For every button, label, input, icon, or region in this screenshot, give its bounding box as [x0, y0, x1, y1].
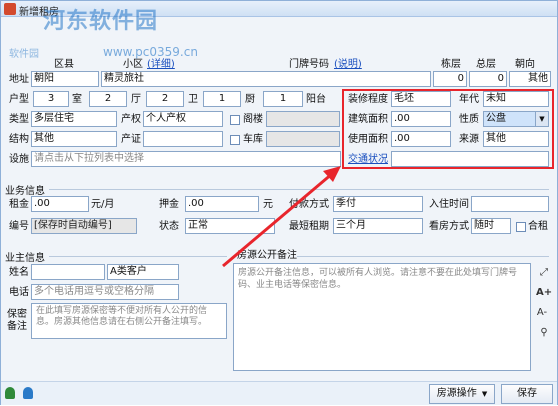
owner-type-field[interactable]: A类客户 [107, 264, 179, 280]
owner-phone-field[interactable]: 多个电话用逗号或空格分隔 [31, 284, 179, 300]
public-note-field[interactable]: 房源公开备注信息，可以被所有人浏览。请注意不要在此处填写门牌号码、业主电话等保密… [233, 263, 531, 371]
checkin-field[interactable] [471, 196, 549, 212]
attic-field[interactable] [266, 111, 340, 127]
secret-note-field[interactable]: 在此填写房源保密等不便对所有人公开的信息。房源其他信息请在右侧公开备注填写。 [31, 303, 227, 339]
type-label: 类型 [9, 114, 29, 125]
owner-divider [49, 256, 227, 257]
xiaoqu-field[interactable]: 精灵旅社 [101, 71, 431, 87]
orientation-field[interactable]: 其他 [509, 71, 551, 87]
rent-unit: 元/月 [91, 199, 115, 210]
certificate-label: 产证 [121, 134, 141, 145]
business-divider [49, 189, 549, 190]
watermark-url: www.pc0359.cn [103, 45, 198, 59]
shared-checkbox[interactable] [516, 222, 526, 232]
halls-field[interactable]: 2 [89, 91, 127, 107]
payment-label: 付款方式 [289, 199, 329, 210]
owner-phone-label: 电话 [9, 287, 29, 298]
structure-field[interactable]: 其他 [31, 131, 117, 147]
garage-field[interactable] [266, 131, 340, 147]
balcony-field[interactable]: 1 [263, 91, 303, 107]
facilities-label: 设施 [9, 154, 29, 165]
min-term-label: 最短租期 [289, 221, 329, 232]
app-icon [4, 3, 16, 15]
bath-unit: 卫 [188, 94, 198, 105]
property-right-label: 产权 [121, 114, 141, 125]
public-note-divider [297, 256, 549, 257]
district-field[interactable]: 朝阳 [31, 71, 99, 87]
rent-label: 租金 [9, 199, 29, 210]
viewing-field[interactable]: 随时 [471, 218, 511, 234]
rent-field[interactable]: .00 [31, 196, 89, 212]
garage-label: 车库 [243, 134, 263, 145]
xiaoqu-header: 小区 [123, 59, 143, 70]
floor-field[interactable]: 0 [433, 71, 467, 87]
bottom-bar: 房源操作 ▼ 保存 [1, 381, 557, 405]
min-term-field[interactable]: 三个月 [333, 218, 423, 234]
baths-field[interactable]: 2 [146, 91, 184, 107]
floor-header: 栋层 [441, 59, 461, 70]
rooms-field[interactable]: 3 [33, 91, 69, 107]
property-right-field[interactable]: 个人产权 [143, 111, 223, 127]
status-label: 状态 [159, 221, 179, 232]
owner-group-label: 业主信息 [5, 253, 45, 264]
xiaoqu-detail-link[interactable]: (详细) [147, 58, 175, 72]
certificate-field[interactable] [143, 131, 223, 147]
chevron-down-icon: ▼ [481, 390, 488, 398]
public-note-label: 房源公开备注 [237, 250, 297, 261]
deposit-field[interactable]: .00 [185, 196, 259, 212]
garage-checkbox[interactable] [230, 135, 240, 145]
shared-label: 合租 [528, 221, 548, 232]
owner-name-field[interactable] [31, 264, 105, 280]
owner-name-label: 姓名 [9, 267, 29, 278]
viewing-label: 看房方式 [429, 221, 469, 232]
expand-icon[interactable]: ⤢ [538, 267, 550, 279]
checkin-label: 入住时间 [429, 199, 469, 210]
code-label: 编号 [9, 221, 29, 232]
font-increase-icon[interactable]: A+ [536, 287, 552, 299]
payment-field[interactable]: 季付 [333, 196, 423, 212]
address-label: 地址 [9, 74, 29, 85]
orientation-header: 朝向 [515, 59, 535, 70]
save-button[interactable]: 保存 [501, 384, 553, 404]
font-decrease-icon[interactable]: A- [536, 307, 548, 319]
property-ops-button[interactable]: 房源操作 ▼ [429, 384, 495, 404]
highlight-box [342, 89, 554, 169]
tag-icon[interactable]: ⚲ [538, 327, 550, 339]
secret-note-label: 保密备注 [7, 309, 27, 332]
deposit-label: 押金 [159, 199, 179, 210]
users-icon[interactable] [23, 387, 33, 399]
total-floor-field[interactable]: 0 [469, 71, 507, 87]
facilities-select[interactable]: 请点击从下拉列表中选择 [31, 151, 341, 167]
total-floor-header: 总层 [476, 59, 496, 70]
type-field[interactable]: 多层住宅 [31, 111, 117, 127]
door-help-link[interactable]: (说明) [334, 58, 362, 72]
business-group-label: 业务信息 [5, 186, 45, 197]
attic-label: 阁楼 [243, 114, 263, 125]
kitchen-unit: 厨 [245, 94, 255, 105]
watermark-sub: 软件园 [9, 49, 39, 60]
room-unit: 室 [72, 94, 82, 105]
door-header: 门牌号码 [289, 59, 329, 70]
user-icon[interactable] [5, 387, 15, 399]
structure-label: 结构 [9, 134, 29, 145]
district-header: 区县 [54, 59, 74, 70]
watermark-brand: 河东软件园 [43, 9, 159, 34]
attic-checkbox[interactable] [230, 115, 240, 125]
code-field: [保存时自动编号] [31, 218, 137, 234]
layout-label: 户型 [9, 94, 29, 105]
hall-unit: 厅 [131, 94, 141, 105]
status-field[interactable]: 正常 [185, 218, 275, 234]
deposit-unit: 元 [263, 199, 273, 210]
new-rental-window: 新增租房 河东软件园 www.pc0359.cn 软件园 区县 小区 (详细) … [0, 0, 558, 405]
balcony-unit: 阳台 [306, 94, 326, 105]
kitchens-field[interactable]: 1 [203, 91, 241, 107]
property-ops-label: 房源操作 [436, 388, 477, 399]
